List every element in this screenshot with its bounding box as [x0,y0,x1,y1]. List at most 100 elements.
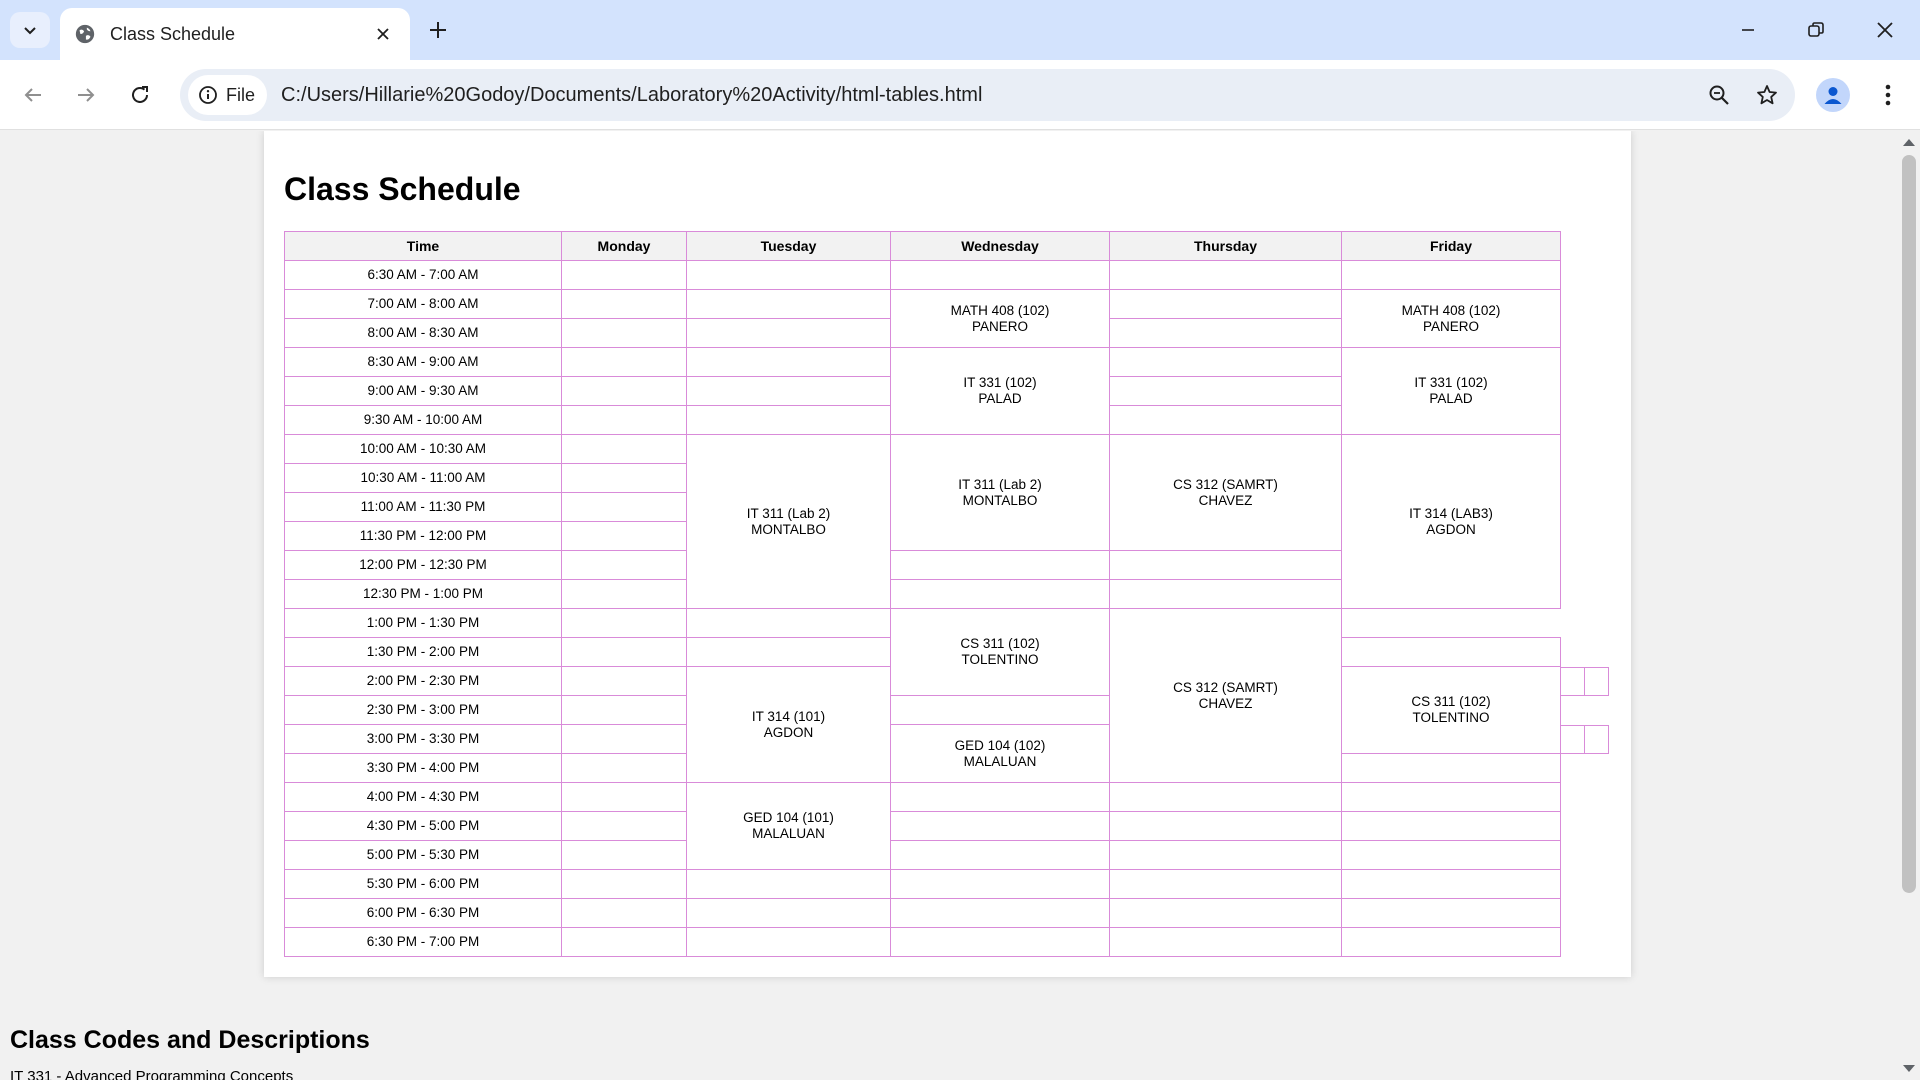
forward-button[interactable] [68,77,104,113]
class-cell: IT 311 (Lab 2) MONTALBO [890,434,1110,551]
time-cell: 7:00 AM - 8:00 AM [284,289,562,319]
empty-cell [1109,260,1342,290]
tab-class-schedule[interactable]: Class Schedule [60,8,410,60]
time-cell: 2:30 PM - 3:00 PM [284,695,562,725]
empty-cell [890,869,1110,899]
restore-button[interactable] [1791,12,1841,48]
header-time: Time [284,231,562,261]
overflow-cell [1560,725,1585,754]
header-tuesday: Tuesday [686,231,891,261]
empty-cell [890,811,1110,841]
class-instructor: MONTALBO [962,492,1038,508]
empty-cell [561,695,687,725]
empty-cell [686,376,891,406]
scroll-up-arrow-icon[interactable] [1903,139,1915,146]
table-row: 4:00 PM - 4:30 PM GED 104 (101) MALALUAN [284,782,1561,870]
scroll-thumb[interactable] [1902,155,1916,893]
empty-cell [890,579,1110,609]
time-cell: 3:30 PM - 4:00 PM [284,753,562,783]
class-code: CS 311 (102) [960,636,1040,651]
globe-icon [75,24,95,44]
schedule-card: Class Schedule Time Monday Tuesday Wedne… [264,131,1631,977]
empty-cell [686,318,891,348]
empty-cell [1341,898,1561,928]
empty-cell [561,927,687,957]
new-tab-button[interactable] [424,16,452,44]
class-code: CS 311 (102) [1411,694,1491,709]
empty-cell [561,782,687,812]
close-window-button[interactable] [1860,12,1910,48]
time-cell: 1:00 PM - 1:30 PM [284,608,562,638]
arrow-left-icon [24,88,41,102]
site-info-chip[interactable]: File [188,75,268,115]
zoom-button[interactable] [1699,75,1739,115]
class-instructor: TOLENTINO [1412,710,1490,725]
empty-cell [890,927,1110,957]
bookmark-button[interactable] [1747,75,1787,115]
class-cell: CS 312 (SAMRT) CHAVEZ [1109,608,1342,783]
table-row: 6:30 AM - 7:00 AM [284,260,1561,290]
class-code: GED 104 (102) [954,737,1046,753]
empty-cell [686,898,891,928]
empty-cell [1109,289,1342,319]
arrow-right-icon [78,88,95,102]
time-cell: 9:00 AM - 9:30 AM [284,376,562,406]
class-cell: CS 311 (102) TOLENTINO [890,608,1110,696]
empty-cell [1109,318,1342,348]
vertical-scrollbar[interactable] [1898,131,1920,1080]
table-row: 4:30 PM - 5:00 PM [284,811,1561,841]
time-cell: 9:30 AM - 10:00 AM [284,405,562,435]
class-instructor: PALAD [1429,391,1473,406]
class-instructor: MONTALBO [751,521,826,537]
scroll-down-arrow-icon[interactable] [1903,1065,1915,1072]
zoom-icon [1709,85,1729,105]
empty-cell [890,840,1110,870]
empty-cell [890,260,1110,290]
empty-cell [561,579,687,609]
empty-cell [561,376,687,406]
empty-cell [1109,898,1342,928]
empty-cell [1341,637,1561,667]
empty-cell [1341,811,1561,841]
time-cell: 6:00 PM - 6:30 PM [284,898,562,928]
browser-menu-button[interactable] [1870,77,1906,113]
empty-cell [686,869,891,899]
empty-cell [686,608,891,638]
empty-cell [890,550,1110,580]
empty-cell [561,347,687,377]
class-instructor: AGDON [763,724,814,740]
profile-button[interactable] [1816,78,1850,112]
time-cell: 2:00 PM - 2:30 PM [284,666,562,696]
minimize-button[interactable] [1723,12,1773,48]
reload-button[interactable] [122,77,158,113]
url-text[interactable]: C:/Users/Hillarie%20Godoy/Documents/Labo… [281,84,1699,107]
empty-cell [890,695,1110,725]
class-cell: IT 331 (102) PALAD [890,347,1110,435]
empty-cell [1109,405,1342,435]
empty-cell [1109,550,1342,580]
browser-toolbar: File C:/Users/Hillarie%20Godoy/Documents… [0,60,1920,130]
address-bar[interactable]: File C:/Users/Hillarie%20Godoy/Documents… [180,69,1795,121]
empty-cell [1341,869,1561,899]
empty-cell [1109,840,1342,870]
class-code: IT 311 (Lab 2) [958,476,1042,492]
class-cell: MATH 408 (102) PANERO [890,289,1110,348]
empty-cell [686,260,891,290]
time-cell: 1:30 PM - 2:00 PM [284,637,562,667]
empty-cell [1109,869,1342,899]
time-cell: 4:30 PM - 5:00 PM [284,811,562,841]
class-instructor: CHAVEZ [1198,695,1253,711]
empty-cell [686,289,891,319]
empty-cell [1341,840,1561,870]
chip-label: File [226,84,256,105]
empty-cell [561,260,687,290]
table-row: 6:30 PM - 7:00 PM [284,927,1561,957]
time-cell: 5:30 PM - 6:00 PM [284,869,562,899]
schedule-table: Time Monday Tuesday Wednesday Thursday F… [284,231,1561,957]
class-cell: IT 314 (101) AGDON [686,666,891,783]
tab-search-button[interactable] [10,12,50,48]
back-button[interactable] [15,77,51,113]
tab-close-button[interactable] [370,21,396,47]
table-row: 8:30 AM - 9:00 AM IT 331 (102) PALAD IT 3… [284,347,1561,435]
time-cell: 8:30 AM - 9:00 AM [284,347,562,377]
